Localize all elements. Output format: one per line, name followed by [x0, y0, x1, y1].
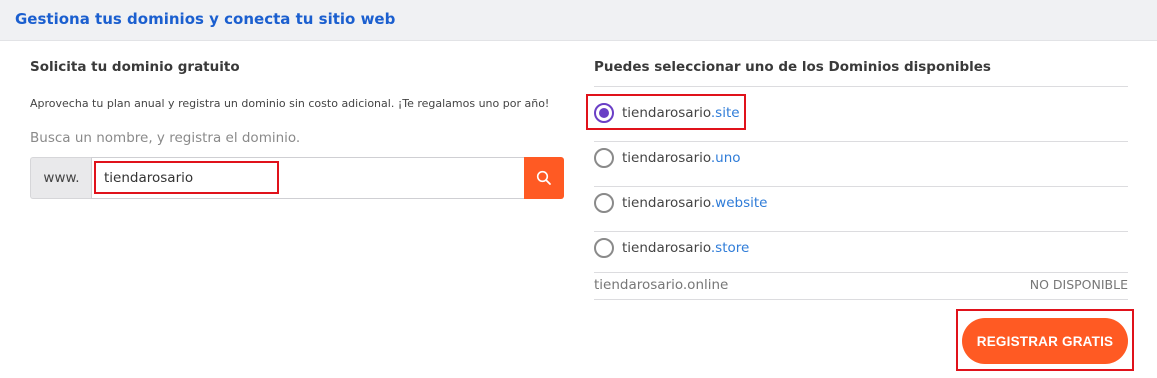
domain-option-label: tiendarosario.website — [622, 194, 768, 211]
page-header: Gestiona tus dominios y conecta tu sitio… — [0, 0, 1157, 41]
domain-option-site[interactable]: tiendarosario.site — [594, 90, 1128, 135]
free-domain-heading: Solicita tu dominio gratuito — [30, 59, 240, 75]
radio-button[interactable] — [594, 192, 614, 213]
available-domains-heading: Puedes seleccionar uno de los Dominios d… — [594, 59, 991, 75]
divider — [594, 299, 1128, 300]
search-hint: Busca un nombre, y registra el dominio. — [30, 130, 301, 146]
radio-button[interactable] — [594, 147, 614, 168]
unavailable-status: NO DISPONIBLE — [1029, 277, 1128, 292]
register-free-button[interactable]: REGISTRAR GRATIS — [962, 318, 1128, 364]
domain-option-website[interactable]: tiendarosario.website — [594, 180, 1128, 225]
free-domain-description: Aprovecha tu plan anual y registra un do… — [30, 97, 550, 110]
unavailable-domain: tiendarosario.online — [594, 277, 729, 293]
search-button[interactable] — [524, 157, 564, 199]
domain-option-label: tiendarosario.store — [622, 239, 750, 256]
www-prefix: www. — [30, 157, 92, 199]
radio-button-selected[interactable] — [594, 102, 614, 123]
divider — [594, 272, 1128, 273]
page-title: Gestiona tus dominios y conecta tu sitio… — [15, 10, 396, 28]
domain-option-store[interactable]: tiendarosario.store — [594, 225, 1128, 270]
divider — [594, 86, 1128, 87]
search-icon — [536, 170, 551, 185]
domain-option-label: tiendarosario.uno — [622, 149, 741, 166]
domain-search-input[interactable] — [91, 157, 525, 199]
domain-option-label: tiendarosario.site — [622, 104, 740, 121]
radio-button[interactable] — [594, 237, 614, 258]
domain-option-uno[interactable]: tiendarosario.uno — [594, 135, 1128, 180]
